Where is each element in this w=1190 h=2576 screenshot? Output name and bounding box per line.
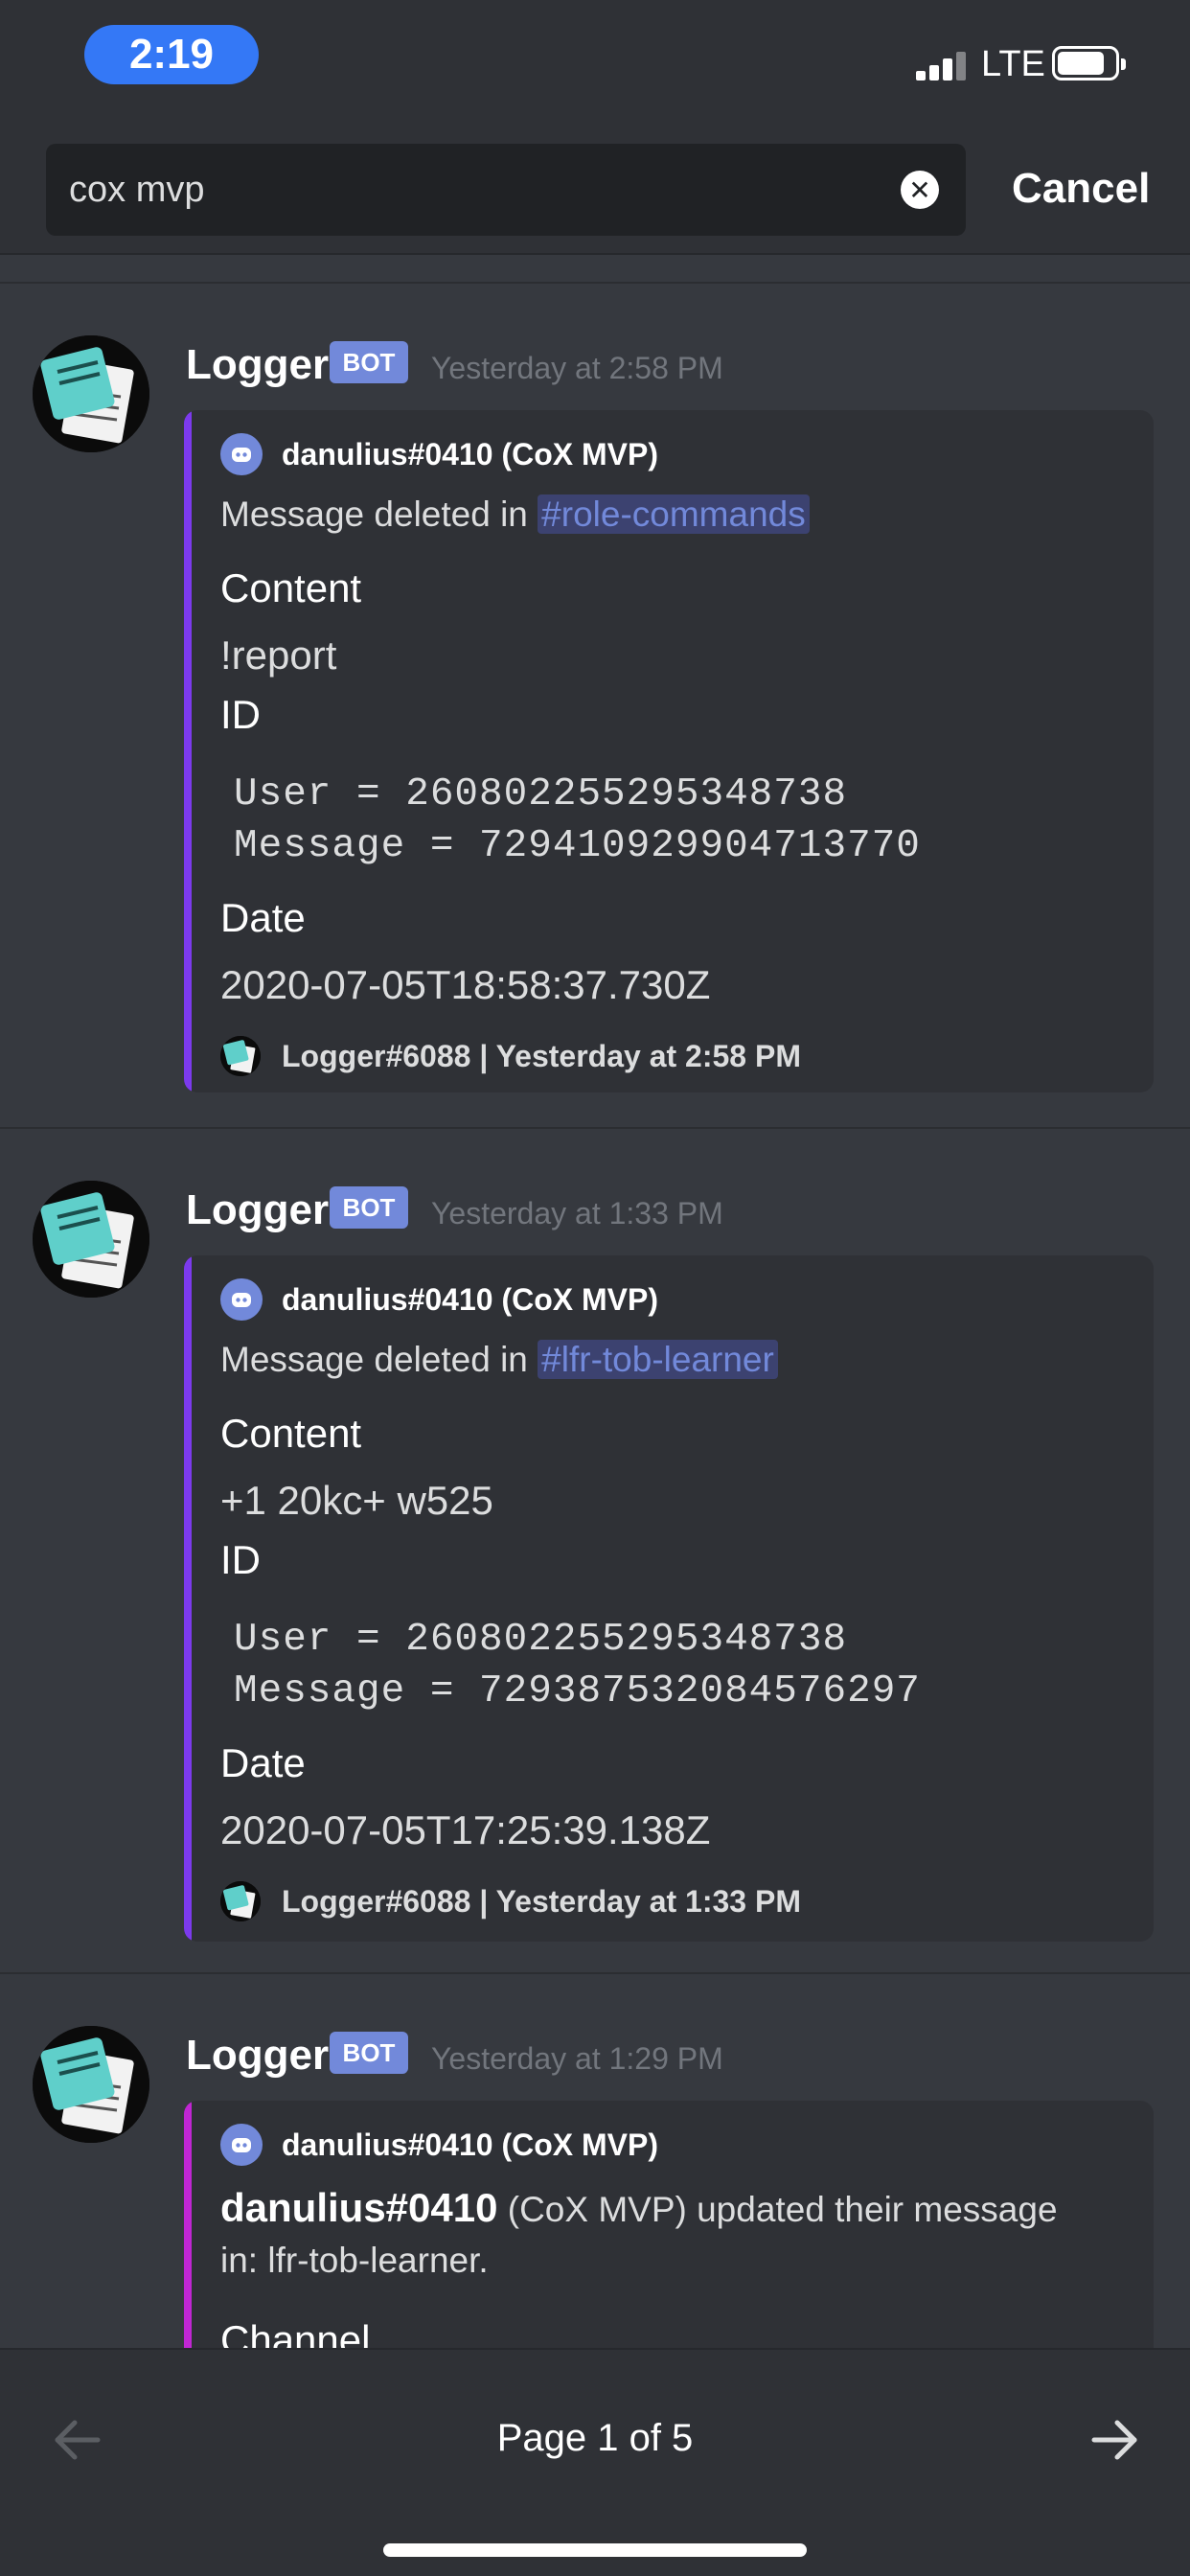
discord-logo-icon bbox=[220, 433, 263, 475]
embed-footer: Logger#6088 | Yesterday at 2:58 PM bbox=[220, 1035, 801, 1077]
discord-logo-icon bbox=[220, 1278, 263, 1321]
logger-avatar[interactable] bbox=[33, 1181, 149, 1298]
signal-icon bbox=[916, 52, 970, 80]
code-message-id: Message = 729410929904713770 bbox=[234, 824, 921, 868]
bot-tag: BOT bbox=[330, 2032, 408, 2074]
arrow-right-icon[interactable] bbox=[1088, 2413, 1142, 2467]
embed-description: Message deleted in #lfr-tob-learner bbox=[220, 1340, 778, 1380]
message-author[interactable]: Logger bbox=[186, 341, 329, 389]
clear-search-icon[interactable]: ✕ bbox=[901, 171, 939, 209]
embed-description: danulius#0410 (CoX MVP) updated their me… bbox=[220, 2185, 1058, 2231]
code-message-id: Message = 729387532084576297 bbox=[234, 1669, 921, 1714]
discord-logo-icon bbox=[220, 2124, 263, 2166]
notepad-icon bbox=[33, 335, 149, 452]
embed-accent-bar bbox=[184, 2101, 192, 2348]
bot-tag: BOT bbox=[330, 341, 408, 383]
message-divider bbox=[0, 282, 1190, 284]
embed-accent-bar bbox=[184, 410, 192, 1092]
embed-author-name: danulius#0410 (CoX MVP) bbox=[282, 2127, 658, 2162]
cancel-button[interactable]: Cancel bbox=[1012, 165, 1150, 213]
embed-desc-prefix: Message deleted in bbox=[220, 494, 528, 534]
bot-tag: BOT bbox=[330, 1186, 408, 1229]
search-input[interactable] bbox=[69, 144, 893, 236]
code-user-id: User = 260802255295348738 bbox=[234, 772, 848, 816]
status-time[interactable]: 2:19 bbox=[84, 25, 259, 84]
message-timestamp: Yesterday at 1:29 PM bbox=[431, 2041, 723, 2076]
network-label: LTE bbox=[981, 44, 1045, 84]
pagination-bar: Page 1 of 5 bbox=[0, 2348, 1190, 2576]
embed-accent-bar bbox=[184, 1255, 192, 1942]
field-value-date: 2020-07-05T18:58:37.730Z bbox=[220, 962, 711, 1007]
message-divider bbox=[0, 1972, 1190, 1974]
message-timestamp: Yesterday at 2:58 PM bbox=[431, 351, 723, 385]
message-embed: danulius#0410 (CoX MVP) danulius#0410 (C… bbox=[184, 2101, 1154, 2348]
message-author[interactable]: Logger bbox=[186, 1186, 329, 1234]
embed-user-bold: danulius#0410 bbox=[220, 2185, 498, 2230]
embed-desc-rest: (CoX MVP) updated their message bbox=[507, 2190, 1058, 2229]
channel-link[interactable]: #role-commands bbox=[538, 494, 810, 534]
embed-footer-text: Logger#6088 | Yesterday at 2:58 PM bbox=[282, 1038, 801, 1073]
field-value-content: +1 20kc+ w525 bbox=[220, 1478, 493, 1523]
home-indicator[interactable] bbox=[383, 2543, 807, 2557]
search-box[interactable] bbox=[46, 144, 966, 236]
notepad-icon bbox=[220, 1036, 261, 1076]
field-name-channel: Channel bbox=[220, 2317, 371, 2348]
message-author[interactable]: Logger bbox=[186, 2032, 329, 2080]
embed-author: danulius#0410 (CoX MVP) bbox=[220, 2122, 658, 2168]
embed-author-name: danulius#0410 (CoX MVP) bbox=[282, 436, 658, 472]
message-embed: danulius#0410 (CoX MVP) Message deleted … bbox=[184, 410, 1154, 1092]
page-indicator: Page 1 of 5 bbox=[496, 2417, 694, 2459]
battery-icon bbox=[1052, 46, 1126, 80]
field-value-date: 2020-07-05T17:25:39.138Z bbox=[220, 1807, 711, 1852]
embed-author-name: danulius#0410 (CoX MVP) bbox=[282, 1281, 658, 1317]
code-user-id: User = 260802255295348738 bbox=[234, 1618, 848, 1662]
field-name-id: ID bbox=[220, 1537, 261, 1582]
status-bar: 2:19 LTE bbox=[0, 0, 1190, 126]
channel-link[interactable]: #lfr-tob-learner bbox=[538, 1340, 778, 1379]
embed-author: danulius#0410 (CoX MVP) bbox=[220, 1276, 658, 1322]
embed-author: danulius#0410 (CoX MVP) bbox=[220, 431, 658, 477]
field-name-date: Date bbox=[220, 1740, 306, 1785]
field-name-date: Date bbox=[220, 895, 306, 940]
field-name-content: Content bbox=[220, 565, 362, 610]
field-value-content: !report bbox=[220, 632, 337, 678]
message-embed: danulius#0410 (CoX MVP) Message deleted … bbox=[184, 1255, 1154, 1942]
message-timestamp: Yesterday at 1:33 PM bbox=[431, 1196, 723, 1230]
field-name-content: Content bbox=[220, 1411, 362, 1456]
notepad-icon bbox=[220, 1881, 261, 1921]
embed-desc-prefix: Message deleted in bbox=[220, 1340, 528, 1379]
embed-description: Message deleted in #role-commands bbox=[220, 494, 810, 535]
embed-footer-text: Logger#6088 | Yesterday at 1:33 PM bbox=[282, 1883, 801, 1919]
notepad-icon bbox=[33, 2026, 149, 2143]
logger-avatar[interactable] bbox=[33, 335, 149, 452]
logger-avatar[interactable] bbox=[33, 2026, 149, 2143]
notepad-icon bbox=[33, 1181, 149, 1298]
field-name-id: ID bbox=[220, 692, 261, 737]
embed-footer: Logger#6088 | Yesterday at 1:33 PM bbox=[220, 1880, 801, 1922]
message-divider bbox=[0, 1127, 1190, 1129]
embed-description-line2: in: lfr-tob-learner. bbox=[220, 2241, 489, 2280]
search-header: Cancel bbox=[0, 126, 1190, 255]
